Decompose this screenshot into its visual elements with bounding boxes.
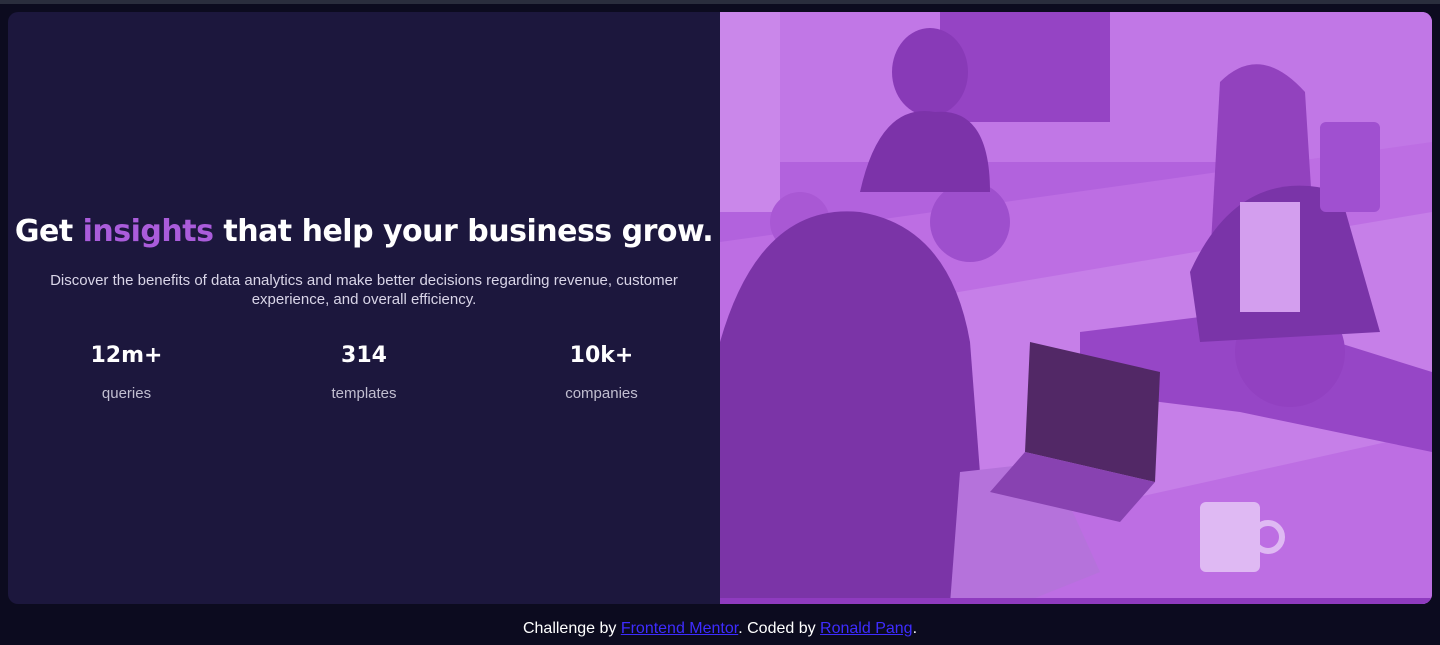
frontend-mentor-link[interactable]: Frontend Mentor — [621, 620, 738, 637]
top-strip — [0, 0, 1440, 4]
card-content: Get insights that help your business gro… — [8, 12, 720, 604]
stat-queries: 12m+ queries — [8, 343, 245, 402]
attribution-middle: . Coded by — [738, 620, 821, 637]
stat-label: companies — [565, 385, 638, 402]
headline-post: that help your business grow. — [213, 214, 714, 249]
stat-label: templates — [331, 385, 397, 402]
attribution-suffix: . — [912, 620, 918, 637]
stat-templates: 314 templates — [246, 343, 483, 402]
attribution-prefix: Challenge by — [522, 620, 621, 637]
stat-value: 314 — [341, 343, 387, 368]
headline-accent: insights — [82, 214, 214, 249]
headline-pre: Get — [14, 214, 83, 249]
stat-companies: 10k+ companies — [483, 343, 720, 402]
photo-illustration — [720, 12, 1432, 604]
headline: Get insights that help your business gro… — [14, 214, 714, 249]
author-link[interactable]: Ronald Pang — [820, 620, 913, 637]
attribution-footer: Challenge by Frontend Mentor. Coded by R… — [0, 620, 1440, 638]
stats-row: 12m+ queries 314 templates 10k+ companie… — [8, 343, 720, 402]
stat-label: queries — [101, 385, 152, 402]
team-working-photo — [720, 12, 1432, 604]
stats-preview-card: Get insights that help your business gro… — [8, 12, 1432, 604]
stat-value: 12m+ — [90, 343, 163, 368]
description: Discover the benefits of data analytics … — [50, 272, 678, 308]
stat-value: 10k+ — [569, 343, 634, 368]
